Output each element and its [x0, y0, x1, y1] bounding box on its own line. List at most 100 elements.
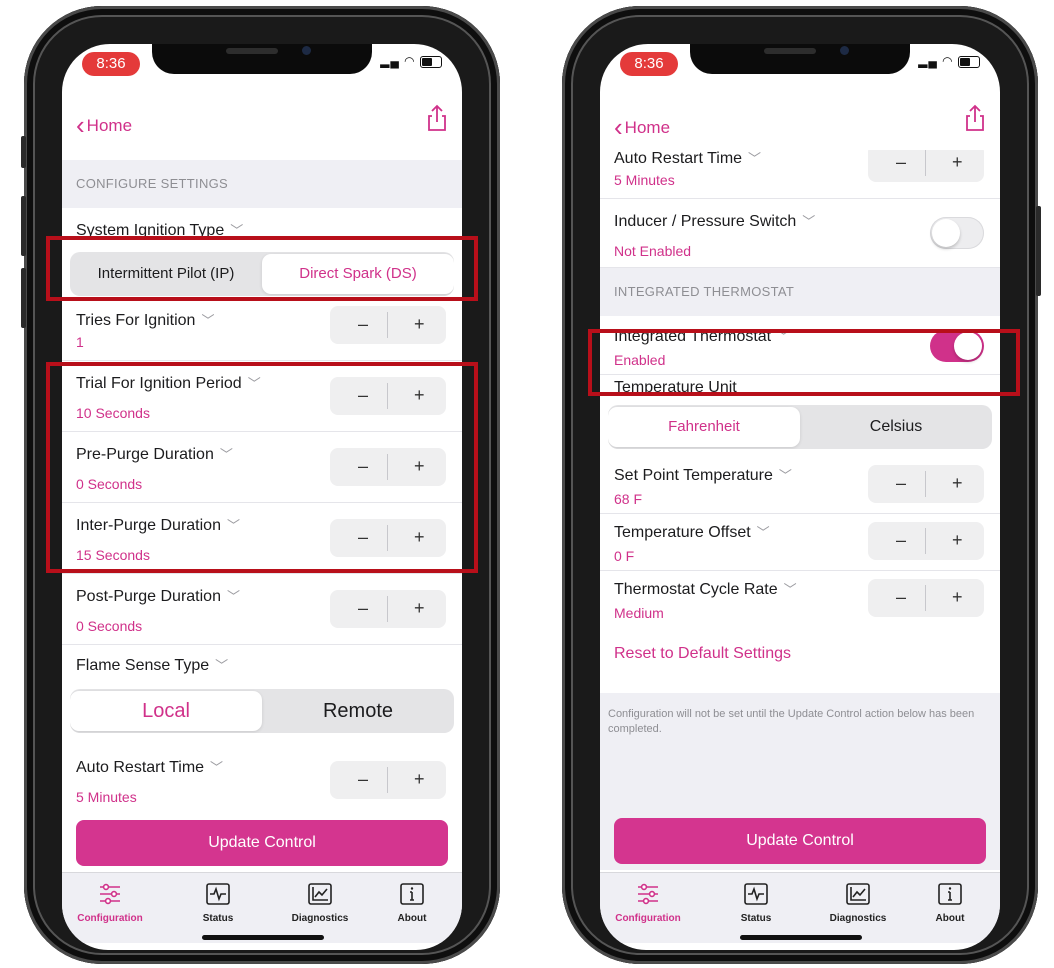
tab-configuration[interactable]: Configuration	[600, 881, 698, 924]
stepper[interactable]: – +	[330, 519, 446, 557]
phone-frame-left: 8:36 ▂▄ ◠ ‹ Home CONFIGURE SETTINGS Syste…	[21, 6, 500, 964]
flame-sense-row[interactable]: Flame Sense Type ﹀	[62, 645, 462, 685]
update-control-button[interactable]: Update Control	[76, 820, 448, 866]
setting-row-inducer: Inducer / Pressure Switch ﹀ Not Enabled	[600, 199, 1000, 268]
chevron-down-icon[interactable]: ﹀	[220, 447, 233, 462]
chart-icon	[308, 883, 332, 905]
ignition-type-row[interactable]: System Ignition Type ﹀	[62, 208, 462, 248]
increment-button[interactable]: +	[952, 530, 963, 551]
settings-list: CONFIGURE SETTINGS System Ignition Type ﹀…	[62, 160, 462, 815]
decrement-button[interactable]: –	[358, 385, 368, 406]
back-button[interactable]: ‹ Home	[614, 112, 670, 143]
reset-defaults-link[interactable]: Reset to Default Settings	[614, 645, 791, 663]
decrement-button[interactable]: –	[358, 598, 368, 619]
stepper[interactable]: – +	[868, 465, 984, 503]
back-button[interactable]: ‹ Home	[76, 110, 132, 141]
chevron-down-icon[interactable]: ﹀	[802, 214, 815, 229]
thermostat-toggle[interactable]	[930, 330, 984, 362]
setting-value: 0 Seconds	[76, 618, 143, 634]
increment-button[interactable]: +	[414, 314, 425, 335]
stepper[interactable]: – +	[868, 150, 984, 182]
segment-direct-spark[interactable]: Direct Spark (DS)	[262, 254, 454, 294]
chevron-left-icon: ‹	[76, 110, 85, 140]
screen-right: 8:36 ▂▄ ◠ ‹ Home Auto Restart Time ﹀ 5 Min…	[600, 44, 1000, 950]
update-control-button[interactable]: Update Control	[614, 818, 986, 864]
volume-up-button	[21, 196, 26, 256]
flame-segmented-control[interactable]: Local Remote	[70, 689, 454, 733]
share-icon[interactable]	[964, 104, 986, 132]
chevron-down-icon[interactable]: ﹀	[757, 525, 770, 540]
sliders-icon	[638, 883, 658, 905]
segment-fahrenheit[interactable]: Fahrenheit	[608, 407, 800, 447]
pulse-icon	[744, 883, 768, 905]
chevron-down-icon[interactable]: ﹀	[210, 760, 223, 775]
decrement-button[interactable]: –	[358, 527, 368, 548]
chevron-down-icon[interactable]: ﹀	[777, 329, 790, 344]
chevron-down-icon[interactable]: ﹀	[201, 313, 214, 328]
decrement-button[interactable]: –	[358, 769, 368, 790]
increment-button[interactable]: +	[952, 473, 963, 494]
increment-button[interactable]: +	[414, 598, 425, 619]
tab-status[interactable]: Status	[168, 881, 268, 924]
signal-icon: ▂▄	[380, 54, 400, 68]
battery-icon	[958, 55, 980, 68]
stepper[interactable]: – +	[330, 761, 446, 799]
chevron-down-icon[interactable]: ﹀	[227, 518, 240, 533]
setting-label: Thermostat Cycle Rate	[614, 581, 778, 598]
increment-button[interactable]: +	[952, 587, 963, 608]
status-time: 8:36	[82, 52, 140, 76]
increment-button[interactable]: +	[414, 385, 425, 406]
increment-button[interactable]: +	[414, 456, 425, 477]
back-label: Home	[624, 118, 671, 137]
decrement-button[interactable]: –	[358, 456, 368, 477]
increment-button[interactable]: +	[414, 527, 425, 548]
tab-diagnostics[interactable]: Diagnostics	[808, 881, 908, 924]
setting-label: Auto Restart Time	[76, 759, 205, 776]
decrement-button[interactable]: –	[896, 530, 906, 551]
stepper[interactable]: – +	[330, 306, 446, 344]
home-indicator	[740, 935, 862, 940]
chevron-down-icon[interactable]: ﹀	[784, 582, 797, 597]
stepper[interactable]: – +	[330, 590, 446, 628]
tab-about[interactable]: About	[362, 881, 462, 924]
chevron-down-icon[interactable]: ﹀	[227, 589, 240, 604]
chevron-down-icon[interactable]: ﹀	[248, 376, 261, 391]
setting-label: Set Point Temperature	[614, 467, 773, 484]
setting-row-auto-restart-partial: Auto Restart Time ﹀ 5 Minutes – +	[600, 150, 1000, 199]
chevron-down-icon: ﹀	[230, 223, 244, 238]
chevron-down-icon[interactable]: ﹀	[748, 151, 761, 166]
share-icon[interactable]	[426, 104, 448, 132]
status-time: 8:36	[620, 52, 678, 76]
tab-about[interactable]: About	[900, 881, 1000, 924]
setting-value: Medium	[614, 605, 664, 621]
decrement-button[interactable]: –	[896, 473, 906, 494]
config-note: Configuration will not be set until the …	[608, 708, 975, 735]
increment-button[interactable]: +	[952, 152, 963, 173]
tab-bar: Configuration Status Diagnostics About	[600, 872, 1000, 943]
stepper[interactable]: – +	[330, 377, 446, 415]
tab-label: Configuration	[77, 913, 143, 924]
decrement-button[interactable]: –	[896, 587, 906, 608]
stepper[interactable]: – +	[868, 579, 984, 617]
ignition-segmented-control[interactable]: Intermittent Pilot (IP) Direct Spark (DS…	[70, 252, 454, 296]
segment-local[interactable]: Local	[70, 691, 262, 731]
tab-configuration[interactable]: Configuration	[62, 881, 160, 924]
temp-unit-segmented-control[interactable]: Fahrenheit Celsius	[608, 405, 992, 449]
setting-value: Enabled	[614, 352, 666, 368]
decrement-button[interactable]: –	[896, 152, 906, 173]
phone-frame-right: 8:36 ▂▄ ◠ ‹ Home Auto Restart Time ﹀ 5 Min…	[562, 6, 1041, 964]
segment-celsius[interactable]: Celsius	[800, 405, 992, 449]
setting-value: 15 Seconds	[76, 547, 150, 563]
decrement-button[interactable]: –	[358, 314, 368, 335]
increment-button[interactable]: +	[414, 769, 425, 790]
segment-intermittent-pilot[interactable]: Intermittent Pilot (IP)	[70, 252, 262, 296]
tab-status[interactable]: Status	[706, 881, 806, 924]
chevron-down-icon[interactable]: ﹀	[779, 468, 792, 483]
segment-remote[interactable]: Remote	[262, 689, 454, 733]
stepper[interactable]: – +	[868, 522, 984, 560]
notch	[690, 44, 910, 74]
inducer-toggle[interactable]	[930, 217, 984, 249]
stepper[interactable]: – +	[330, 448, 446, 486]
tab-diagnostics[interactable]: Diagnostics	[270, 881, 370, 924]
wifi-icon: ◠	[404, 54, 416, 68]
